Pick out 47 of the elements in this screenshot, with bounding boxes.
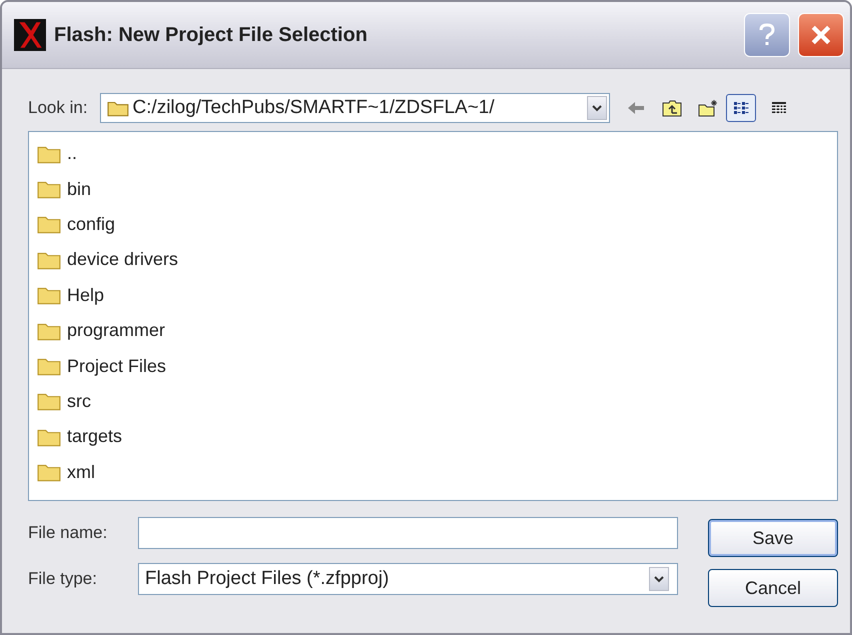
folder-name: src bbox=[67, 390, 91, 412]
new-folder-icon[interactable] bbox=[698, 99, 718, 117]
question-mark-icon bbox=[757, 23, 777, 47]
back-arrow-icon[interactable] bbox=[626, 99, 646, 117]
file-type-dropdown[interactable]: Flash Project Files (*.zfpproj) bbox=[138, 563, 678, 595]
close-icon bbox=[810, 24, 832, 46]
folder-icon bbox=[37, 462, 61, 482]
folder-item[interactable]: targets bbox=[37, 419, 829, 455]
look-in-dropdown[interactable]: C:/zilog/TechPubs/SMARTF~1/ZDSFLA~1/ bbox=[100, 93, 610, 123]
folder-name: Help bbox=[67, 284, 104, 306]
folder-icon bbox=[37, 356, 61, 376]
folder-name: targets bbox=[67, 426, 122, 448]
folder-item[interactable]: .. bbox=[37, 136, 829, 172]
folder-name: xml bbox=[67, 462, 95, 483]
folder-name: device drivers bbox=[67, 249, 178, 270]
close-button[interactable] bbox=[798, 13, 844, 57]
folder-icon bbox=[106, 99, 129, 117]
save-button[interactable]: Save bbox=[708, 519, 838, 557]
folder-item[interactable]: xml bbox=[37, 454, 829, 490]
cancel-button[interactable]: Cancel bbox=[708, 569, 838, 607]
help-button[interactable] bbox=[744, 13, 790, 57]
folder-icon bbox=[37, 214, 61, 234]
folder-item[interactable]: Help bbox=[37, 278, 829, 313]
folder-icon bbox=[37, 391, 61, 412]
folder-item[interactable]: device drivers bbox=[37, 242, 829, 278]
file-name-field[interactable] bbox=[138, 517, 678, 549]
folder-name: bin bbox=[67, 178, 92, 200]
window-title: Flash: New Project File Selection bbox=[54, 24, 368, 46]
folder-item[interactable]: programmer bbox=[37, 312, 829, 348]
up-folder-icon[interactable] bbox=[662, 99, 682, 117]
list-view-icon bbox=[732, 101, 749, 115]
folder-item[interactable]: bin bbox=[37, 171, 829, 207]
details-view-icon bbox=[770, 101, 787, 115]
folder-item[interactable]: config bbox=[37, 206, 829, 242]
app-logo-icon bbox=[14, 19, 46, 51]
folder-name: .. bbox=[67, 143, 78, 164]
folder-icon bbox=[37, 179, 61, 200]
file-name-label: File name: bbox=[28, 523, 108, 543]
folder-name: programmer bbox=[67, 320, 166, 342]
file-type-label: File type: bbox=[28, 569, 98, 589]
look-in-label: Look in: bbox=[28, 98, 88, 118]
folder-item[interactable]: src bbox=[37, 384, 829, 420]
folder-name: config bbox=[67, 214, 116, 235]
folder-name: Project Files bbox=[67, 356, 166, 377]
folder-item[interactable]: Project Files bbox=[37, 348, 829, 384]
folder-icon bbox=[37, 285, 61, 306]
list-view-button[interactable] bbox=[726, 94, 756, 122]
